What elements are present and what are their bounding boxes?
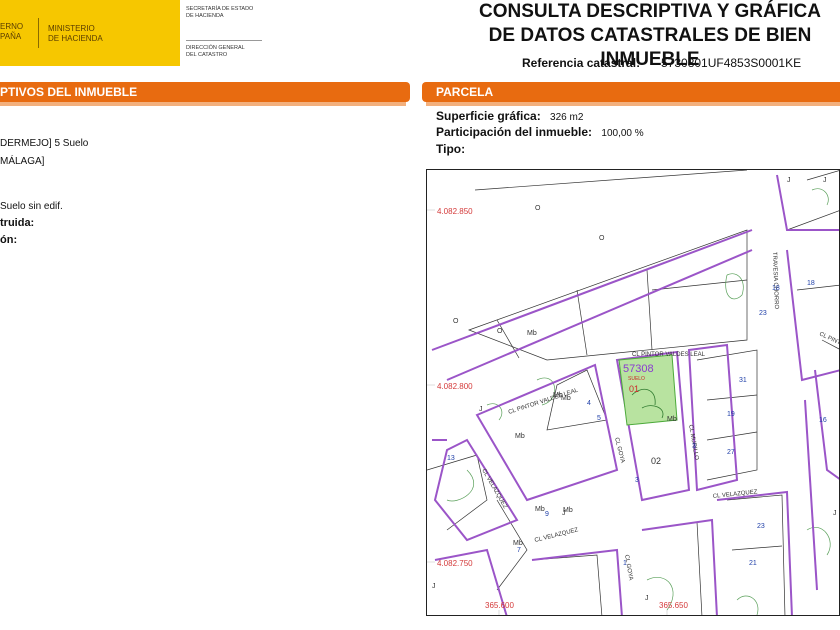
house-number: 3: [692, 443, 696, 450]
house-number: 4: [587, 400, 591, 407]
mb-label: Mb: [535, 506, 545, 513]
house-number: 23: [759, 310, 767, 317]
house-number: 3: [635, 477, 639, 484]
municipality-line: MÁLAGA]: [0, 156, 45, 167]
mb-label: Mb: [553, 392, 563, 399]
ref-label: Referencia catastral:: [522, 56, 641, 70]
gov-text-line1: ERNO: [0, 22, 24, 31]
secretaria-line1: SECRETARÍA DE ESTADO: [186, 6, 254, 12]
parcel-sub: SUELO: [628, 376, 645, 382]
section-strip-right: [426, 102, 840, 106]
referencia-catastral: Referencia catastral: 5730801UF4853S0001…: [522, 56, 801, 70]
secretaria-divider: [186, 40, 262, 41]
map-letter: J: [432, 583, 436, 590]
participacion-value: 100,00 %: [601, 128, 644, 139]
participacion-row: Participación del inmueble: 100,00 %: [436, 125, 644, 139]
map-letter: J: [787, 177, 791, 184]
secretaria-line2: DE HACIENDA: [186, 13, 224, 19]
coord-label: 4.082.750: [437, 559, 473, 568]
map-letter: J: [833, 510, 837, 517]
house-number: 21: [749, 560, 757, 567]
house-number: 7: [517, 547, 521, 554]
house-number: 23: [757, 523, 765, 530]
section-title-descriptivos: PTIVOS DEL INMUEBLE: [0, 85, 138, 99]
section-strip-left: [0, 102, 406, 106]
superficie-value: 326 m2: [550, 112, 584, 123]
mb-label: Mb: [515, 433, 525, 440]
superficie-label: Superficie gráfica:: [436, 109, 541, 123]
house-number: 16: [819, 417, 827, 424]
map-letter: O: [453, 318, 459, 325]
map-letter: J: [645, 595, 649, 602]
coord-label: 365.600: [485, 601, 514, 610]
ministry-line2: DE HACIENDA: [48, 34, 103, 43]
direccion-line2: DEL CATASTRO: [186, 52, 228, 58]
parcel-num: 01: [629, 384, 639, 394]
house-number: 5: [597, 415, 601, 422]
house-number: 27: [727, 449, 735, 456]
house-number: 31: [739, 377, 747, 384]
address-line: DERMEJO] 5 Suelo: [0, 138, 89, 149]
house-number: 9: [545, 511, 549, 518]
parcel-id: 57308: [623, 363, 654, 375]
mb-label: Mb: [667, 416, 677, 423]
house-number: 18: [807, 280, 815, 287]
title-line1: CONSULTA DESCRIPTIVA Y GRÁFICA: [478, 1, 822, 22]
government-logo: ERNO PAÑA MINISTERIO DE HACIENDA: [0, 0, 180, 66]
ref-value: 5730801UF4853S0001KE: [661, 56, 802, 70]
house-number: 13: [447, 455, 455, 462]
map-letter: J: [479, 406, 483, 413]
map-letter: O: [599, 235, 605, 242]
logo-divider: [38, 18, 39, 48]
house-number: 19: [727, 411, 735, 418]
coord-label: 365.650: [659, 601, 688, 610]
use-line: Suelo sin edif.: [0, 201, 63, 212]
cadastral-map[interactable]: 57308 SUELO 01 02 4.082.850 4.082.800 4.…: [426, 169, 840, 616]
gov-text-line2: PAÑA: [0, 32, 22, 41]
participacion-label: Participación del inmueble:: [436, 125, 593, 139]
coord-label: 4.082.850: [437, 207, 473, 216]
street-label: CL GOYA: [623, 554, 633, 581]
built-area-label: truida:: [0, 217, 35, 229]
other-parcel-num: 02: [651, 456, 661, 466]
ministry-line1: MINISTERIO: [48, 24, 95, 33]
house-number: 18: [772, 285, 780, 292]
map-letter: J: [823, 177, 827, 184]
superficie-row: Superficie gráfica: 326 m2: [436, 109, 583, 123]
map-letter: O: [535, 205, 541, 212]
secretaria-block: SECRETARÍA DE ESTADO DE HACIENDA DIRECCI…: [186, 6, 266, 59]
year-label: ón:: [0, 234, 18, 246]
mb-label: Mb: [527, 330, 537, 337]
coord-label: 4.082.800: [437, 382, 473, 391]
section-title-parcela: PARCELA: [436, 85, 494, 99]
map-letter: J: [562, 510, 566, 517]
street-label: TRAVESIA CHORRO: [771, 252, 779, 310]
section-bar-parcela: PARCELA: [422, 82, 840, 102]
street-label: CL VELAZQUEZ: [534, 527, 579, 544]
house-number: 1: [623, 560, 627, 567]
cadastral-map-svg: 57308 SUELO 01 02 4.082.850 4.082.800 4.…: [427, 170, 839, 615]
street-label: CL PINTOR VALDES LEAL: [632, 352, 706, 358]
section-bar-descriptivos: PTIVOS DEL INMUEBLE: [0, 82, 410, 102]
direccion-line1: DIRECCIÓN GENERAL: [186, 45, 245, 51]
tipo-row: Tipo:: [436, 142, 465, 156]
mb-label: Mb: [513, 540, 523, 547]
tipo-label: Tipo:: [436, 142, 466, 156]
map-letter: O: [497, 328, 503, 335]
